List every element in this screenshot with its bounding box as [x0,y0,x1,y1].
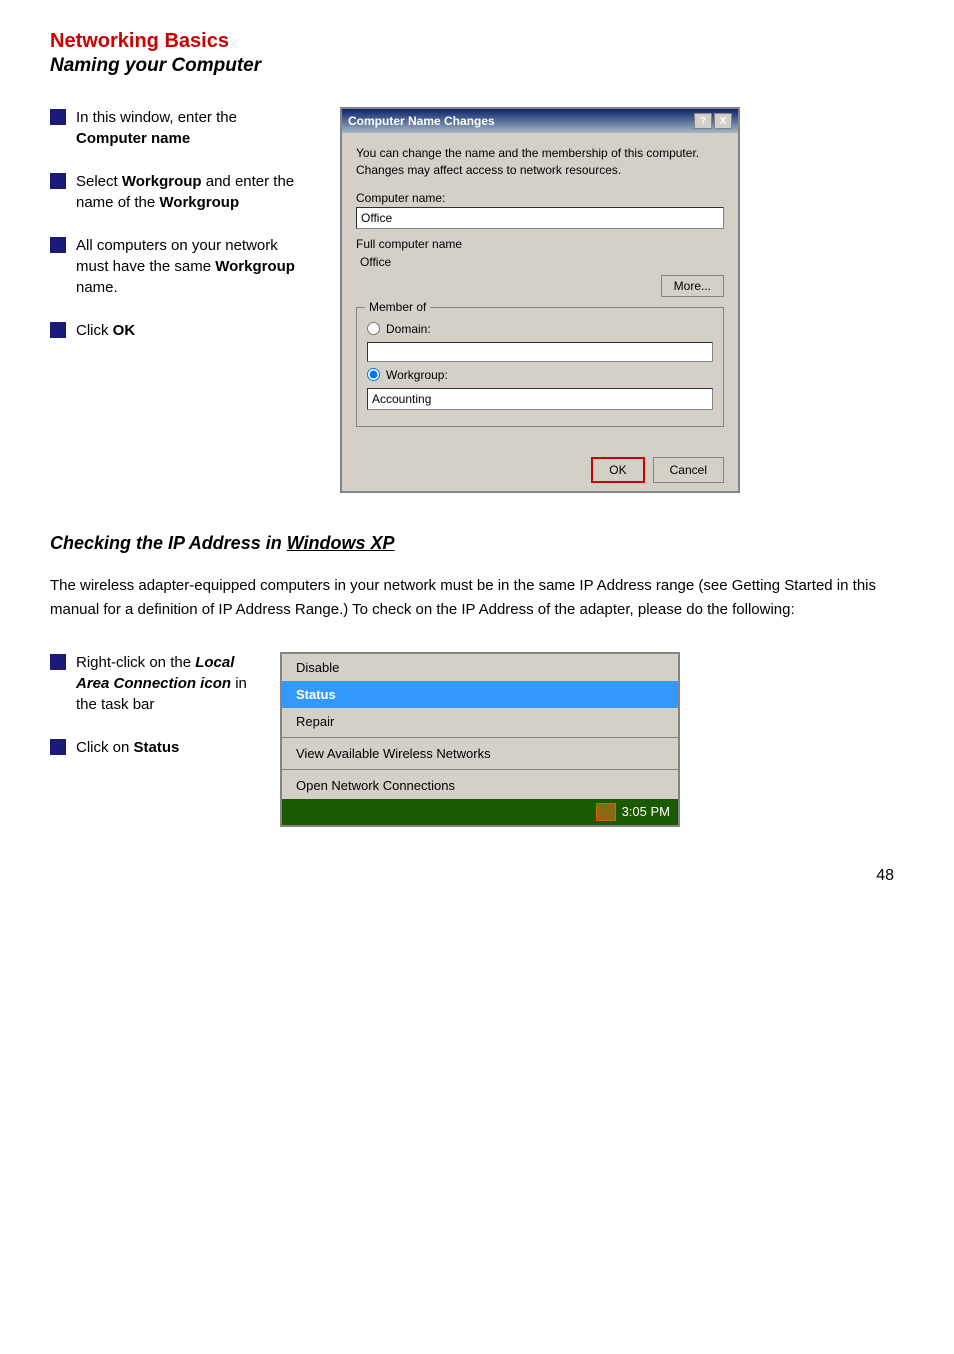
page-title-main: Networking Basics [50,30,904,53]
section2-title-link: Windows XP [287,533,395,553]
page-title-sub: Naming your Computer [50,55,904,77]
section3: Right-click on the Local Area Connection… [50,652,904,827]
full-computer-name-label: Full computer name [356,237,724,251]
member-of-group: Member of Domain: Workgroup: Accounting [356,307,724,427]
section2-title: Checking the IP Address in Windows XP [50,533,904,554]
cancel-button[interactable]: Cancel [653,457,724,483]
full-computer-name-value: Office [356,253,724,271]
dialog-titlebar: Computer Name Changes ? X [342,109,738,133]
list-item: All computers on your network must have … [50,235,310,298]
list-item: In this window, enter the Computer name [50,107,310,149]
workgroup-radio[interactable] [367,368,380,381]
context-menu-item-status[interactable]: Status [282,681,678,708]
taskbar-network-icon [596,803,616,821]
domain-input[interactable] [367,342,713,362]
ok-button[interactable]: OK [591,457,644,483]
bold-text: Workgroup [122,173,202,190]
context-menu-item-wireless[interactable]: View Available Wireless Networks [282,740,678,767]
list-item: Click on Status [50,737,250,758]
list-item-text: Select Workgroup and enter the name of t… [76,171,310,213]
workgroup-radio-label: Workgroup: [386,368,448,382]
list-item-click-ok: Click OK [50,320,310,341]
domain-radio[interactable] [367,322,380,335]
context-menu-separator-2 [282,769,678,770]
domain-radio-row: Domain: [367,322,713,336]
dialog-title: Computer Name Changes [348,114,495,128]
list-item-text: All computers on your network must have … [76,235,310,298]
bullet-icon [50,739,66,755]
section2-title-part1: Checking the IP Address in [50,533,287,553]
list-item-text: In this window, enter the Computer name [76,107,310,149]
context-menu-item-network-connections[interactable]: Open Network Connections [282,772,678,799]
instructions-list-1: In this window, enter the Computer name … [50,107,310,493]
bullet-icon [50,237,66,253]
domain-radio-label: Domain: [386,322,431,336]
instructions-list-2: Right-click on the Local Area Connection… [50,652,250,827]
computer-name-dialog: Computer Name Changes ? X You can change… [340,107,740,493]
dialog-description: You can change the name and the membersh… [356,145,724,179]
bullet-icon [50,322,66,338]
close-button[interactable]: X [714,113,732,129]
list-item-text: Click OK [76,320,135,341]
workgroup-radio-row: Workgroup: [367,368,713,382]
bullet-icon [50,654,66,670]
section1: In this window, enter the Computer name … [50,107,904,493]
bold-text: Workgroup [215,258,295,275]
context-menu-item-repair[interactable]: Repair [282,708,678,735]
bold-italic-text: Local Area Connection icon [76,654,234,692]
list-item-text: Right-click on the Local Area Connection… [76,652,250,715]
context-menu-separator [282,737,678,738]
dialog-titlebar-buttons: ? X [694,113,732,129]
computer-name-label: Computer name: [356,191,724,205]
bold-text: Status [134,739,180,756]
context-menu-item-disable[interactable]: Disable [282,654,678,681]
bullet-icon [50,173,66,189]
list-item-text: Click on Status [76,737,179,758]
bullet-icon [50,109,66,125]
context-menu-panel: Disable Status Repair View Available Wir… [280,652,680,827]
member-of-legend: Member of [365,300,430,314]
taskbar-strip: 3:05 PM [282,799,678,825]
dialog-buttons-row: OK Cancel [342,449,738,491]
page-number: 48 [50,867,904,885]
section2-description: The wireless adapter-equipped computers … [50,574,904,622]
workgroup-input[interactable]: Accounting [367,388,713,410]
list-item: Right-click on the Local Area Connection… [50,652,250,715]
help-button[interactable]: ? [694,113,712,129]
list-item: Select Workgroup and enter the name of t… [50,171,310,213]
bold-text: Workgroup [159,194,239,211]
taskbar-time: 3:05 PM [622,804,670,819]
bold-text: OK [113,322,136,339]
bold-text: Computer name [76,130,190,147]
dialog-body: You can change the name and the membersh… [342,133,738,449]
more-button[interactable]: More... [661,275,724,297]
computer-name-input[interactable]: Office [356,207,724,229]
